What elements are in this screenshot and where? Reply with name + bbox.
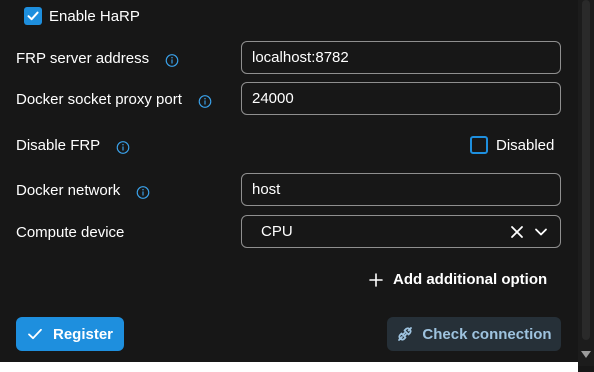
plug-icon: [398, 327, 413, 341]
compute-device-text: Compute device: [16, 224, 125, 241]
docker-socket-proxy-port-label: Docker socket proxy port: [16, 91, 212, 108]
disable-frp-label: Disable FRP: [16, 137, 130, 154]
docker-socket-proxy-port-input[interactable]: 24000: [241, 82, 561, 115]
register-label: Register: [52, 325, 114, 343]
scrollbar[interactable]: [578, 0, 594, 366]
add-additional-option-button[interactable]: Add additional option: [369, 271, 547, 288]
info-icon[interactable]: [198, 93, 212, 108]
close-icon[interactable]: [510, 225, 524, 239]
compute-device-label: Compute device: [16, 224, 124, 241]
check-connection-label: Check connection: [422, 325, 552, 343]
checkmark-icon: [27, 11, 39, 21]
checkmark-icon: [28, 328, 42, 340]
add-additional-option-label: Add additional option: [393, 271, 548, 288]
info-icon[interactable]: [136, 184, 150, 199]
scrollbar-thumb[interactable]: [582, 0, 590, 340]
app-api-register-panel: Enable HaRP FRP server address localhost…: [0, 0, 576, 362]
check-connection-button[interactable]: Check connection: [387, 317, 561, 351]
docker-socket-proxy-port-text: Docker socket proxy port: [16, 91, 182, 108]
info-icon[interactable]: [116, 139, 130, 154]
underlying-page-strip: [0, 362, 578, 372]
enable-harp-row[interactable]: Enable HaRP: [24, 7, 140, 25]
enable-harp-label: Enable HaRP: [49, 7, 140, 25]
disable-frp-checkbox-label: Disabled: [496, 136, 555, 154]
info-icon[interactable]: [165, 52, 179, 67]
compute-device-value: CPU: [261, 223, 293, 240]
docker-network-label: Docker network: [16, 182, 150, 199]
register-button[interactable]: Register: [16, 317, 124, 351]
scroll-down-arrow-icon[interactable]: [581, 351, 591, 358]
plus-icon: [369, 272, 383, 287]
frp-server-address-text: FRP server address: [16, 50, 150, 67]
disable-frp-text: Disable FRP: [16, 137, 101, 154]
frp-server-address-input[interactable]: localhost:8782: [241, 41, 561, 74]
enable-harp-checkbox[interactable]: [24, 7, 42, 25]
chevron-down-icon[interactable]: [534, 225, 548, 239]
compute-device-select[interactable]: CPU: [241, 215, 561, 248]
disable-frp-toggle[interactable]: Disabled: [470, 136, 554, 154]
disable-frp-checkbox[interactable]: [470, 136, 488, 154]
docker-network-input[interactable]: host: [241, 173, 561, 206]
docker-network-text: Docker network: [16, 182, 121, 199]
compute-device-controls: [510, 225, 548, 239]
frp-server-address-label: FRP server address: [16, 50, 179, 67]
